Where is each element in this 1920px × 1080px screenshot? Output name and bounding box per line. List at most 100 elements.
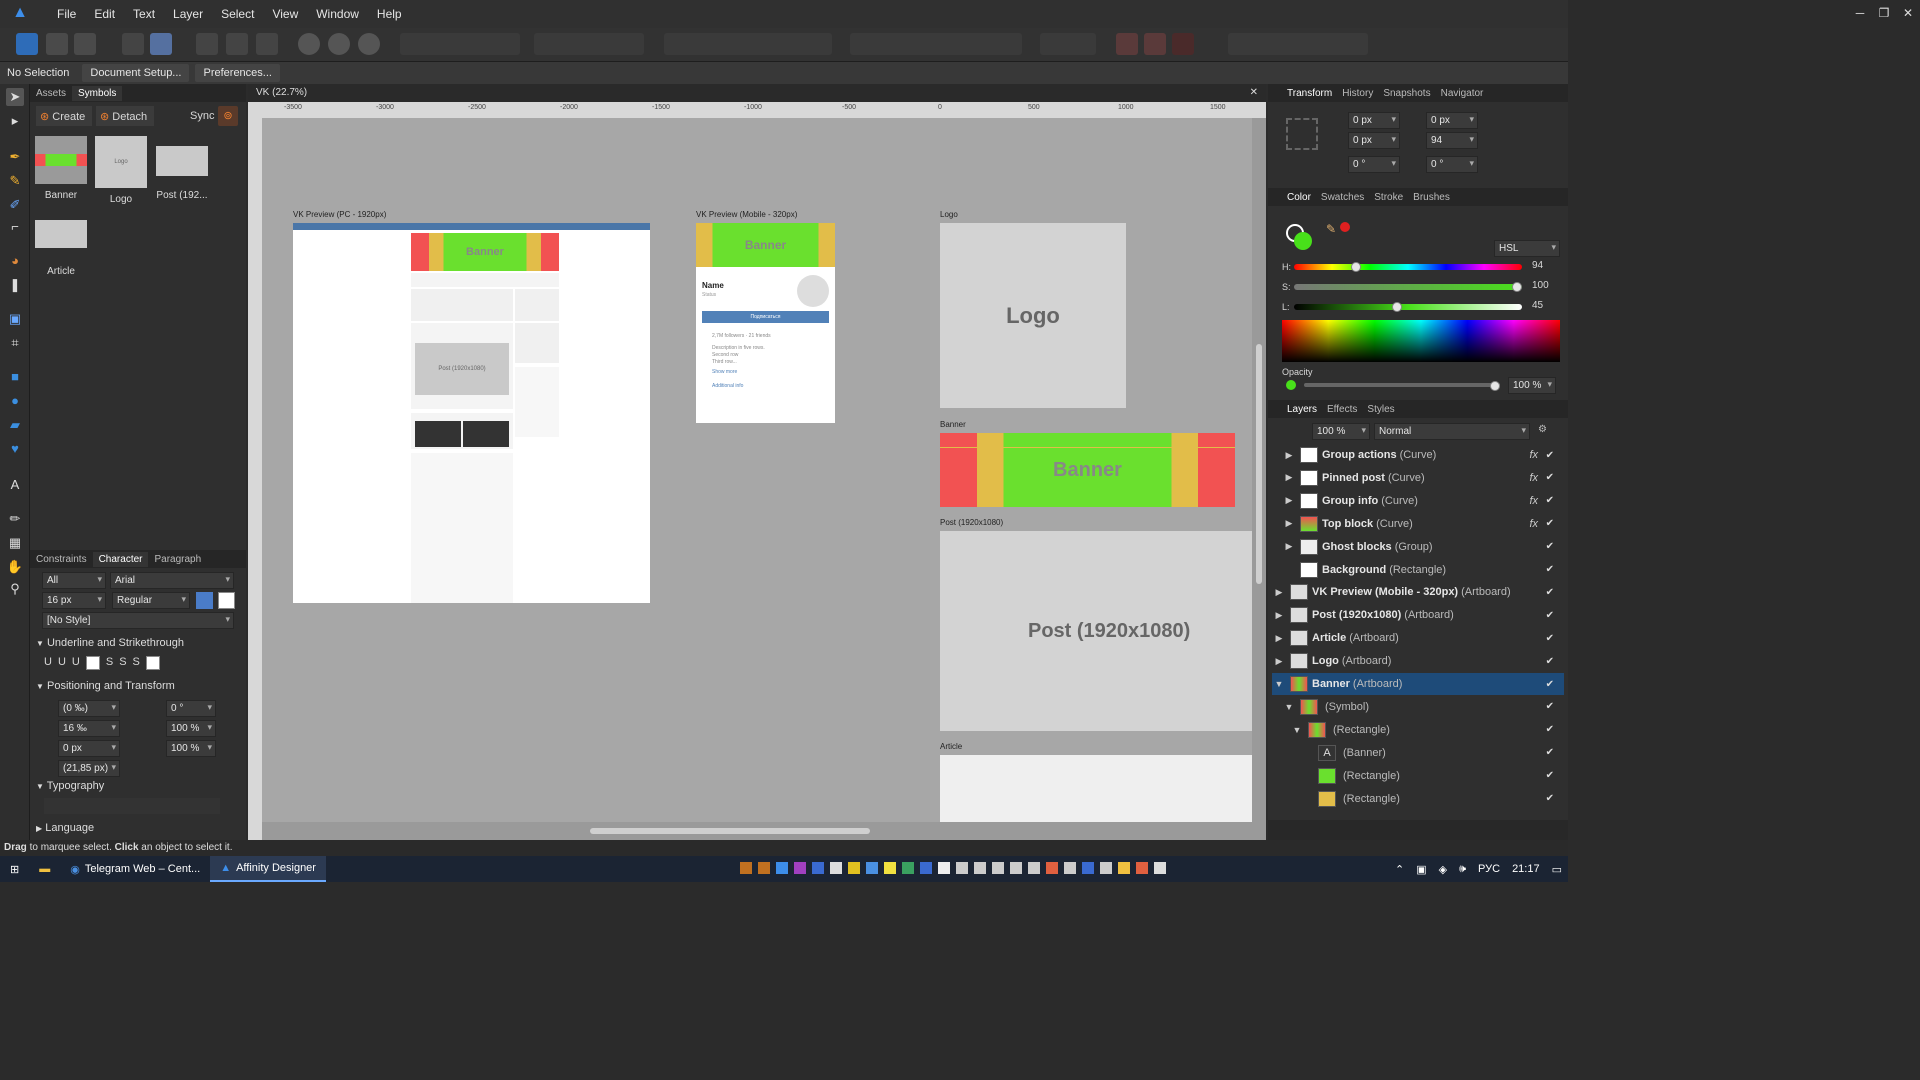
grid-icon[interactable] (1116, 33, 1138, 55)
opacity-slider[interactable] (1304, 381, 1500, 391)
saturation-value[interactable]: 100 (1532, 280, 1549, 291)
opacity-field[interactable]: 100 % (1508, 377, 1556, 394)
layer-visibility-checkbox[interactable]: ✔ (1546, 518, 1554, 529)
layer-visibility-checkbox[interactable]: ✔ (1546, 541, 1554, 552)
layer-visibility-checkbox[interactable]: ✔ (1546, 450, 1554, 461)
transparency-tool-icon[interactable]: ❚ (6, 276, 24, 294)
strike-color-swatch[interactable] (145, 656, 160, 670)
language-indicator[interactable]: РУС (1478, 863, 1500, 875)
color-spectrum[interactable] (1282, 320, 1560, 362)
layer-row[interactable]: A (Banner) ✔ (1272, 742, 1564, 764)
document-setup-button[interactable]: Document Setup... (82, 64, 190, 82)
notifications-icon[interactable]: ▭ (1552, 863, 1562, 876)
vertical-scrollbar[interactable] (1256, 344, 1262, 584)
text-style-select[interactable]: [No Style] (42, 612, 234, 629)
saturation-slider[interactable] (1294, 282, 1522, 292)
lightness-value[interactable]: 45 (1532, 300, 1543, 311)
utility-icon-2[interactable] (992, 862, 1004, 874)
double-underline-button[interactable]: U (58, 656, 66, 672)
tab-character[interactable]: Character (92, 551, 149, 567)
layer-row[interactable]: ▼ (Rectangle) ✔ (1272, 719, 1564, 741)
artboard-mobile-preview[interactable]: Banner Name Status Подписаться 2,7M foll… (696, 223, 835, 423)
positioning-section-header[interactable]: ▼ Positioning and Transform (30, 680, 246, 692)
snap-bounds-icon[interactable] (256, 33, 278, 55)
tray-chevron-icon[interactable]: ⌃ (1395, 863, 1404, 876)
leading-field[interactable]: (21,85 px) (58, 760, 120, 777)
inkscape-icon[interactable] (830, 862, 842, 874)
corner-tool-icon[interactable]: ⌐ (6, 218, 24, 236)
hue-knob[interactable] (1350, 262, 1361, 272)
underline-button[interactable]: U (44, 656, 52, 672)
kerning-field[interactable]: (0 ‰) (58, 700, 120, 717)
menu-file[interactable]: File (48, 7, 85, 21)
transform-rotation-field[interactable]: 0 ° (1348, 156, 1400, 173)
scope-select[interactable]: All (42, 572, 106, 589)
artboard-logo[interactable]: Logo (940, 223, 1126, 408)
detach-symbol-button[interactable]: ⊛ Detach (96, 106, 154, 126)
folder-icon[interactable] (1118, 862, 1130, 874)
underline-section-header[interactable]: ▼ Underline and Strikethrough (30, 637, 246, 649)
menu-layer[interactable]: Layer (164, 7, 212, 21)
boolean-add-icon[interactable] (298, 33, 320, 55)
tray-network-icon[interactable]: ◈ (1439, 863, 1447, 876)
expand-chevron-icon[interactable]: ▶ (1282, 495, 1296, 506)
designer-persona-icon[interactable] (16, 33, 38, 55)
transform-x-field[interactable]: 0 px (1348, 112, 1400, 129)
blend-mode-select[interactable]: Normal (1374, 423, 1530, 440)
layer-visibility-checkbox[interactable]: ✔ (1546, 770, 1554, 781)
layer-visibility-checkbox[interactable]: ✔ (1546, 724, 1554, 735)
layer-row[interactable]: ▶ Article (Artboard) ✔ (1272, 627, 1564, 649)
tab-assets[interactable]: Assets (30, 86, 72, 101)
symbol-banner[interactable]: Banner (34, 136, 88, 201)
symbol-article[interactable]: Article (34, 220, 88, 277)
layer-visibility-checkbox[interactable]: ✔ (1546, 701, 1554, 712)
layer-row[interactable]: ▼ Banner (Artboard) ✔ (1272, 673, 1564, 695)
artboard-article[interactable] (940, 755, 1252, 822)
menu-view[interactable]: View (263, 7, 307, 21)
taskbar-telegram[interactable]: ◉ Telegram Web – Cent... (60, 856, 210, 882)
vscode-icon[interactable] (812, 862, 824, 874)
strike-button[interactable]: S (106, 656, 113, 672)
snapping-magnet-icon[interactable] (1172, 33, 1194, 55)
taskbar-affinity-designer[interactable]: ▲ Affinity Designer (210, 856, 326, 882)
word-icon[interactable] (920, 862, 932, 874)
preferences-button[interactable]: Preferences... (195, 64, 280, 82)
chrome-canary-icon[interactable] (848, 862, 860, 874)
layer-row[interactable]: Background (Rectangle) ✔ (1272, 559, 1564, 581)
hand-tool-icon[interactable]: ✋ (6, 558, 24, 576)
export-persona-icon[interactable] (74, 33, 96, 55)
utility-icon-10[interactable] (1154, 862, 1166, 874)
fill-color-swatch[interactable] (1294, 232, 1312, 250)
tab-symbols[interactable]: Symbols (72, 85, 123, 101)
layer-visibility-checkbox[interactable]: ✔ (1546, 587, 1554, 598)
tracking-field[interactable]: 16 ‰ (58, 720, 120, 737)
menu-window[interactable]: Window (307, 7, 368, 21)
layer-row[interactable]: ▶ Top block (Curve) fx ✔ (1272, 513, 1564, 535)
layer-visibility-checkbox[interactable]: ✔ (1546, 656, 1554, 667)
utility-icon-7[interactable] (1082, 862, 1094, 874)
layer-visibility-checkbox[interactable]: ✔ (1546, 633, 1554, 644)
layer-settings-icon[interactable]: ⚙ (1538, 424, 1547, 435)
rectangle-tool-icon[interactable]: ■ (6, 368, 24, 386)
close-document-icon[interactable]: ✕ (1250, 87, 1258, 98)
tab-snapshots[interactable]: Snapshots (1378, 88, 1435, 99)
layer-row[interactable]: ▶ VK Preview (Mobile - 320px) (Artboard) ✔ (1272, 581, 1564, 603)
expand-chevron-icon[interactable]: ▼ (1290, 725, 1304, 735)
hue-slider[interactable] (1294, 262, 1522, 272)
chrome-pinned-icon[interactable] (866, 862, 878, 874)
typography-section-header[interactable]: ▼ Typography (30, 780, 246, 792)
opacity-knob[interactable] (1490, 381, 1500, 391)
illustrator-icon[interactable] (740, 862, 752, 874)
underline-color-swatch[interactable] (85, 656, 100, 670)
layer-fx-icon[interactable]: fx (1529, 449, 1538, 461)
utility-icon-6[interactable] (1064, 862, 1076, 874)
file-icon[interactable] (938, 862, 950, 874)
transform-w-field[interactable]: 0 px (1426, 112, 1478, 129)
rounded-rect-tool-icon[interactable]: ▰ (6, 416, 24, 434)
text-fill-swatch[interactable] (196, 592, 213, 609)
artboard-banner[interactable]: Banner (940, 433, 1235, 507)
layer-visibility-checkbox[interactable]: ✔ (1546, 472, 1554, 483)
lightness-slider[interactable] (1294, 302, 1522, 312)
snap-frame-icon[interactable] (226, 33, 248, 55)
tab-swatches[interactable]: Swatches (1316, 192, 1369, 203)
